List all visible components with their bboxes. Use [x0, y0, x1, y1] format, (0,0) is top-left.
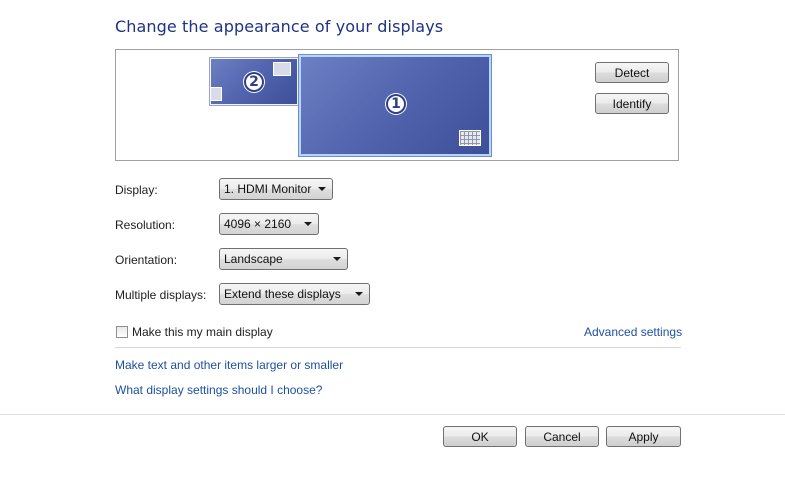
cancel-button[interactable]: Cancel — [525, 426, 599, 447]
text-size-link[interactable]: Make text and other items larger or smal… — [115, 358, 343, 372]
small-window-icon — [210, 87, 222, 101]
orientation-label: Orientation: — [115, 253, 178, 267]
display-help-link[interactable]: What display settings should I choose? — [115, 383, 322, 397]
chevron-down-icon — [304, 222, 312, 226]
advanced-settings-link[interactable]: Advanced settings — [584, 325, 682, 339]
orientation-select-value: Landscape — [224, 252, 283, 266]
monitor-2[interactable]: 2 — [209, 57, 299, 106]
small-window-icon — [273, 62, 291, 76]
chevron-down-icon — [333, 257, 341, 261]
monitor-number-badge: 2 — [244, 72, 264, 92]
detect-button[interactable]: Detect — [595, 62, 669, 83]
monitor-number-badge: 1 — [386, 94, 406, 114]
resolution-select-value: 4096 × 2160 — [224, 217, 292, 231]
multiple-displays-label: Multiple displays: — [115, 288, 207, 302]
apply-button[interactable]: Apply — [606, 426, 681, 447]
display-select[interactable]: 1. HDMI Monitor — [219, 178, 333, 200]
identify-button[interactable]: Identify — [595, 93, 669, 114]
page-title: Change the appearance of your displays — [115, 17, 444, 36]
ok-button[interactable]: OK — [443, 426, 517, 447]
multiple-displays-select-value: Extend these displays — [224, 287, 341, 301]
main-display-label[interactable]: Make this my main display — [132, 325, 273, 339]
grid-icon — [459, 130, 481, 146]
display-select-value: 1. HDMI Monitor — [224, 182, 312, 196]
orientation-select[interactable]: Landscape — [219, 248, 348, 270]
resolution-label: Resolution: — [115, 218, 176, 232]
main-display-checkbox[interactable] — [116, 326, 128, 338]
multiple-displays-select[interactable]: Extend these displays — [219, 283, 370, 305]
display-label: Display: — [115, 183, 158, 197]
footer-divider — [0, 414, 785, 415]
resolution-select[interactable]: 4096 × 2160 — [219, 213, 319, 235]
chevron-down-icon — [355, 292, 363, 296]
chevron-down-icon — [318, 187, 326, 191]
monitor-1[interactable]: 1 — [298, 54, 492, 157]
display-arrangement-panel: 2 1 Detect Identify — [115, 49, 679, 161]
section-divider — [115, 347, 681, 348]
